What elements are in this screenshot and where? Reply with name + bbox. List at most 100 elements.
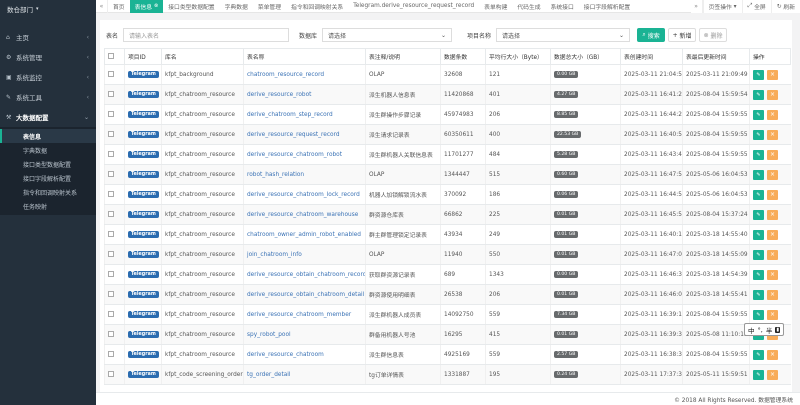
remove-icon[interactable]: × xyxy=(767,369,778,380)
tab-2[interactable]: 接口类型数据配置 xyxy=(163,0,219,13)
remove-icon[interactable]: × xyxy=(767,309,778,320)
row-checkbox[interactable] xyxy=(108,90,114,97)
edit-icon[interactable]: ✎ xyxy=(753,349,764,360)
edit-icon[interactable]: ✎ xyxy=(753,109,764,120)
row-checkbox[interactable] xyxy=(108,350,114,357)
sidebar-item-3[interactable]: ✎ 系统工具 ‹ xyxy=(0,87,96,107)
table-name-link[interactable]: derive_resource_chatroom xyxy=(247,352,324,358)
tab-7[interactable]: 表单构建 xyxy=(479,0,512,13)
sidebar-item-2[interactable]: ▣ 系统监控 ‹ xyxy=(0,67,96,87)
tab-9[interactable]: 系统接口 xyxy=(546,0,579,13)
select-all-checkbox[interactable] xyxy=(108,52,114,59)
size-badge: 2.57 GB xyxy=(554,351,579,358)
edit-icon[interactable]: ✎ xyxy=(753,289,764,300)
table-name-link[interactable]: derive_resource_obtain_chatroom_record xyxy=(247,272,366,278)
sidebar-subitem-4[interactable]: 指令和回调映射关系 xyxy=(0,185,96,199)
edit-icon[interactable]: ✎ xyxy=(753,309,764,320)
table-name-link[interactable]: robot_hash_relation xyxy=(247,172,304,178)
tab-scroll-right-icon[interactable]: » xyxy=(691,0,703,13)
row-checkbox[interactable] xyxy=(108,190,114,197)
ime-toolbar[interactable]: 中 °, 半 ▮ xyxy=(744,323,785,336)
close-icon[interactable]: ⊗ xyxy=(154,3,158,9)
edit-icon[interactable]: ✎ xyxy=(753,269,764,280)
row-checkbox[interactable] xyxy=(108,130,114,137)
row-checkbox[interactable] xyxy=(108,150,114,157)
edit-icon[interactable]: ✎ xyxy=(753,189,764,200)
sidebar-subitem-0[interactable]: 表信息 xyxy=(0,129,96,143)
project-select[interactable]: 请选择 ⌄ xyxy=(496,28,631,42)
sidebar-item-0[interactable]: ⌂ 主页 ‹ xyxy=(0,27,96,47)
remove-icon[interactable]: × xyxy=(767,189,778,200)
row-checkbox[interactable] xyxy=(108,210,114,217)
row-checkbox[interactable] xyxy=(108,330,114,337)
sidebar-item-1[interactable]: ⚙ 系统管理 ‹ xyxy=(0,47,96,67)
tab-4[interactable]: 菜单管理 xyxy=(253,0,286,13)
fullscreen-button[interactable]: ⤢ 全屏 xyxy=(741,0,771,13)
edit-icon[interactable]: ✎ xyxy=(753,129,764,140)
table-name-input[interactable]: 请输入表名 xyxy=(123,28,290,42)
remove-icon[interactable]: × xyxy=(767,209,778,220)
db-select[interactable]: 请选择 ⌄ xyxy=(322,28,453,42)
tab-3[interactable]: 字典数据 xyxy=(220,0,253,13)
tab-5[interactable]: 指令和回调映射关系 xyxy=(286,0,348,13)
edit-icon[interactable]: ✎ xyxy=(753,229,764,240)
tab-ops-menu[interactable]: 页签操作 ▾ xyxy=(702,0,742,13)
edit-icon[interactable]: ✎ xyxy=(753,209,764,220)
table-name-link[interactable]: derive_chatroom_step_record xyxy=(247,112,333,118)
table-name-link[interactable]: join_chatroom_info xyxy=(247,252,302,258)
edit-icon[interactable]: ✎ xyxy=(753,249,764,260)
table-name-link[interactable]: derive_resource_chatroom_robot xyxy=(247,152,342,158)
remove-icon[interactable]: × xyxy=(767,149,778,160)
remove-icon[interactable]: × xyxy=(767,89,778,100)
table-name-link[interactable]: derive_resource_chatroom_warehouse xyxy=(247,212,358,218)
tab-8[interactable]: 代码生成 xyxy=(512,0,545,13)
delete-button[interactable]: ⊗ 删除 xyxy=(699,28,728,42)
tab-0[interactable]: 首页 xyxy=(108,0,130,13)
row-checkbox[interactable] xyxy=(108,110,114,117)
edit-icon[interactable]: ✎ xyxy=(753,369,764,380)
sidebar-subitem-5[interactable]: 任务映射 xyxy=(0,199,96,213)
edit-icon[interactable]: ✎ xyxy=(753,89,764,100)
table-name-link[interactable]: chatroom_owner_admin_robot_enabled xyxy=(247,232,361,238)
row-checkbox[interactable] xyxy=(108,270,114,277)
table-name-link[interactable]: derive_resource_chatroom_member xyxy=(247,312,351,318)
tab-1[interactable]: 表信息 ⊗ xyxy=(129,0,164,13)
table-name-link[interactable]: derive_resource_request_record xyxy=(247,132,340,138)
table-name-link[interactable]: derive_resource_robot xyxy=(247,92,311,98)
row-checkbox[interactable] xyxy=(108,70,114,77)
sidebar-subitem-3[interactable]: 接口字段解析配置 xyxy=(0,171,96,185)
row-checkbox[interactable] xyxy=(108,290,114,297)
table-name-link[interactable]: chatroom_resource_record xyxy=(247,72,324,78)
row-checkbox[interactable] xyxy=(108,170,114,177)
remove-icon[interactable]: × xyxy=(767,229,778,240)
tab-10[interactable]: 接口字段解析配置 xyxy=(579,0,635,13)
sidebar-subitem-2[interactable]: 接口类型数据配置 xyxy=(0,157,96,171)
remove-icon[interactable]: × xyxy=(767,269,778,280)
row-checkbox[interactable] xyxy=(108,230,114,237)
remove-icon[interactable]: × xyxy=(767,349,778,360)
table-name-link[interactable]: derive_resource_chatroom_lock_record xyxy=(247,192,360,198)
refresh-button[interactable]: ↻ 刷新 xyxy=(770,0,800,13)
search-button[interactable]: ⌕ 搜索 xyxy=(637,28,666,42)
table-name-link[interactable]: derive_resource_obtain_chatroom_detail xyxy=(247,292,364,298)
department-switcher[interactable]: 数仓部门 ▾ xyxy=(0,0,96,17)
tab-scroll-left-icon[interactable]: « xyxy=(96,0,108,13)
row-checkbox[interactable] xyxy=(108,310,114,317)
edit-icon[interactable]: ✎ xyxy=(753,169,764,180)
table-name-link[interactable]: spy_robot_pool xyxy=(247,332,291,338)
remove-icon[interactable]: × xyxy=(767,109,778,120)
edit-icon[interactable]: ✎ xyxy=(753,149,764,160)
sidebar-subitem-1[interactable]: 字典数据 xyxy=(0,143,96,157)
remove-icon[interactable]: × xyxy=(767,169,778,180)
edit-icon[interactable]: ✎ xyxy=(753,69,764,80)
remove-icon[interactable]: × xyxy=(767,69,778,80)
remove-icon[interactable]: × xyxy=(767,129,778,140)
row-checkbox[interactable] xyxy=(108,370,114,377)
add-button[interactable]: + 新增 xyxy=(668,28,697,42)
tab-6[interactable]: Telegram.derive_resource_request_record xyxy=(348,0,479,13)
row-checkbox[interactable] xyxy=(108,250,114,257)
table-name-link[interactable]: tg_order_detail xyxy=(247,372,291,378)
remove-icon[interactable]: × xyxy=(767,289,778,300)
remove-icon[interactable]: × xyxy=(767,249,778,260)
sidebar-item-4[interactable]: ⚒ 大数据配置 ⌄ xyxy=(0,107,96,127)
